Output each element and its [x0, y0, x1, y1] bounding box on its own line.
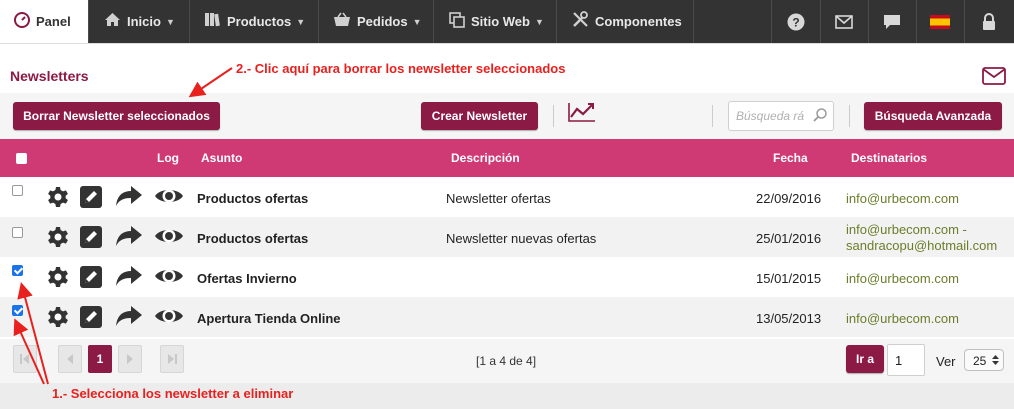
arrow-to-checkbox-3	[17, 282, 49, 385]
annotation-step2: 2.- Clic aquí para borrar los newsletter…	[236, 61, 566, 76]
arrow-to-delete-button	[188, 67, 233, 98]
annotation-step1: 1.- Selecciona los newsletter a eliminar	[52, 386, 294, 401]
